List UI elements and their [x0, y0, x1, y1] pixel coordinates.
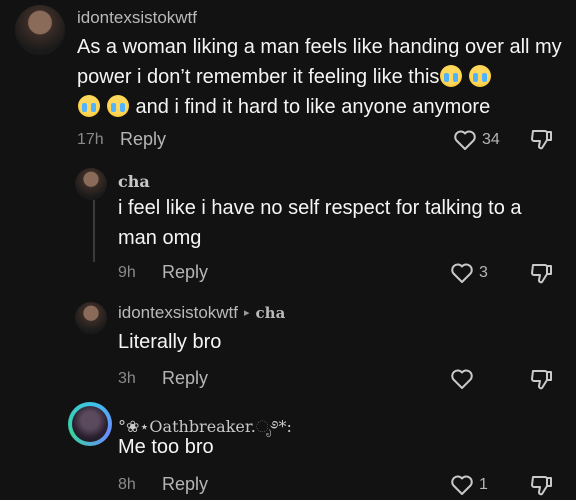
reply-button[interactable]: Reply [162, 262, 208, 283]
thumbs-down-outline-icon[interactable] [530, 367, 554, 391]
avatar[interactable] [15, 5, 65, 55]
like-count: 3 [479, 264, 488, 281]
comment-text: Me too bro [118, 436, 214, 458]
comment-username[interactable]: idontexsistokwtf [77, 8, 197, 28]
loudly-crying-face-emoji-icon [440, 65, 463, 87]
avatar-image [72, 406, 108, 442]
comment-time: 8h [118, 476, 136, 493]
avatar[interactable] [75, 302, 107, 334]
comment-time: 3h [118, 370, 136, 387]
comment-username-text[interactable]: idontexsistokwtf [118, 303, 238, 322]
comment-4: °❀⋆Oathbreaker.ೃ࿔*: Me too bro 8h Reply … [0, 395, 576, 500]
loudly-crying-face-emoji-icon [107, 95, 129, 117]
comment-text-part2: and i find it hard to like anyone anymor… [130, 96, 491, 118]
comment-1: idontexsistokwtf As a woman liking a man… [0, 0, 576, 160]
avatar[interactable] [68, 402, 112, 446]
like-count: 1 [479, 476, 488, 493]
thumbs-down-outline-icon[interactable] [530, 261, 554, 285]
thumbs-down-outline-icon[interactable] [530, 127, 554, 151]
comment-time: 9h [118, 264, 136, 281]
avatar[interactable] [75, 168, 107, 200]
heart-outline-icon[interactable] [450, 262, 474, 284]
reply-button[interactable]: Reply [162, 368, 208, 389]
comment-text: As a woman liking a man feels like handi… [77, 32, 562, 122]
comment-username[interactable]: cha [118, 172, 150, 191]
thumbs-down-outline-icon[interactable] [530, 473, 554, 497]
reply-button[interactable]: Reply [120, 129, 166, 150]
reply-arrow-icon: ▸ [244, 307, 250, 319]
loudly-crying-face-emoji-icon [78, 95, 100, 117]
reply-button[interactable]: Reply [162, 474, 208, 495]
heart-outline-icon[interactable] [453, 129, 477, 151]
heart-outline-icon[interactable] [450, 474, 474, 496]
reply-to-username[interactable]: cha [256, 304, 286, 322]
heart-outline-icon[interactable] [450, 368, 474, 390]
comment-2: cha i feel like i have no self respect f… [0, 160, 576, 290]
comment-time: 17h [77, 131, 104, 148]
like-count: 34 [482, 131, 500, 148]
comment-3: idontexsistokwtf ▸ cha Literally bro 3h Re… [0, 290, 576, 395]
comment-username: idontexsistokwtf ▸ cha [118, 303, 285, 323]
comment-text: Literally bro [118, 331, 222, 353]
loudly-crying-face-emoji-icon [469, 65, 492, 87]
comment-text: i feel like i have no self respect for t… [118, 197, 522, 249]
